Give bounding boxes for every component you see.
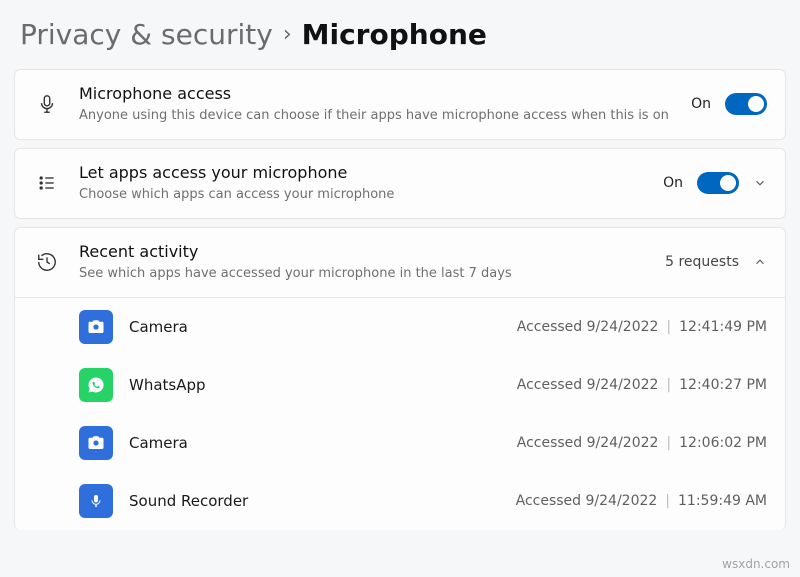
camera-app-icon [79,426,113,460]
let-apps-subtitle: Choose which apps can access your microp… [79,186,645,204]
separator-bar: | [666,319,671,335]
microphone-access-card: Microphone access Anyone using this devi… [14,69,786,140]
let-apps-card[interactable]: Let apps access your microphone Choose w… [14,148,786,219]
recent-activity-card[interactable]: Recent activity See which apps have acce… [14,227,786,298]
recent-activity-title: Recent activity [79,242,647,263]
camera-app-icon [79,310,113,344]
watermark: wsxdn.com [722,557,790,571]
recent-activity-subtitle: See which apps have accessed your microp… [79,265,647,283]
activity-accessed-time: 11:59:49 AM [678,493,767,509]
activity-app-name: WhatsApp [129,376,501,394]
activity-accessed-date: Accessed 9/24/2022 [517,319,659,335]
microphone-icon [33,93,61,115]
breadcrumb-current: Microphone [302,18,487,51]
activity-access-info: Accessed 9/24/2022 | 12:40:27 PM [517,377,767,393]
recent-activity-text: Recent activity See which apps have acce… [79,242,647,283]
activity-accessed-time: 12:41:49 PM [679,319,767,335]
activity-app-name: Camera [129,318,501,336]
let-apps-state: On [663,175,683,191]
list-options-icon [33,173,61,193]
activity-accessed-date: Accessed 9/24/2022 [517,435,659,451]
breadcrumb-separator: › [283,22,292,47]
activity-access-info: Accessed 9/24/2022 | 12:06:02 PM [517,435,767,451]
activity-row[interactable]: Sound Recorder Accessed 9/24/2022 | 11:5… [15,472,785,530]
sound-recorder-app-icon [79,484,113,518]
microphone-access-toggle[interactable] [725,93,767,115]
let-apps-text: Let apps access your microphone Choose w… [79,163,645,204]
activity-app-name: Sound Recorder [129,492,500,510]
activity-row[interactable]: WhatsApp Accessed 9/24/2022 | 12:40:27 P… [15,356,785,414]
microphone-access-text: Microphone access Anyone using this devi… [79,84,673,125]
microphone-access-title: Microphone access [79,84,673,105]
recent-activity-list: Camera Accessed 9/24/2022 | 12:41:49 PM … [14,298,786,530]
activity-accessed-time: 12:06:02 PM [679,435,767,451]
chevron-down-icon[interactable] [753,176,767,190]
activity-access-info: Accessed 9/24/2022 | 11:59:49 AM [516,493,767,509]
recent-activity-count: 5 requests [665,254,739,270]
separator-bar: | [666,377,671,393]
activity-accessed-date: Accessed 9/24/2022 [517,377,659,393]
let-apps-toggle[interactable] [697,172,739,194]
whatsapp-app-icon [79,368,113,402]
activity-app-name: Camera [129,434,501,452]
history-icon [33,251,61,273]
chevron-up-icon[interactable] [753,255,767,269]
activity-accessed-time: 12:40:27 PM [679,377,767,393]
activity-accessed-date: Accessed 9/24/2022 [516,493,658,509]
separator-bar: | [666,435,671,451]
breadcrumb: Privacy & security › Microphone [14,8,786,69]
activity-access-info: Accessed 9/24/2022 | 12:41:49 PM [517,319,767,335]
microphone-access-subtitle: Anyone using this device can choose if t… [79,107,673,125]
activity-row[interactable]: Camera Accessed 9/24/2022 | 12:06:02 PM [15,414,785,472]
microphone-access-state: On [691,96,711,112]
let-apps-title: Let apps access your microphone [79,163,645,184]
activity-row[interactable]: Camera Accessed 9/24/2022 | 12:41:49 PM [15,298,785,356]
separator-bar: | [665,493,670,509]
breadcrumb-parent[interactable]: Privacy & security [20,18,273,51]
